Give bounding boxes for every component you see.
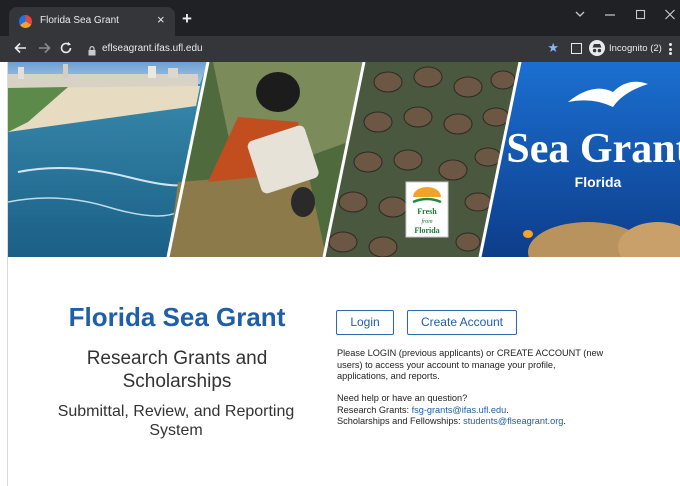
lock-icon[interactable]	[88, 43, 96, 61]
kebab-menu-icon[interactable]	[669, 43, 672, 57]
login-instructions: Please LOGIN (previous applicants) or CR…	[337, 348, 607, 389]
new-tab-button[interactable]: +	[182, 10, 192, 27]
close-tab-icon[interactable]: ×	[157, 13, 165, 27]
reload-icon[interactable]	[58, 40, 76, 58]
forward-arrow-icon[interactable]	[36, 40, 54, 58]
bookmark-star-icon[interactable]: ★	[547, 41, 559, 55]
create-account-button[interactable]: Create Account	[407, 310, 517, 335]
badge-from-text: from	[421, 218, 433, 225]
badge-florida-text: Florida	[414, 226, 439, 235]
research-email-link[interactable]: fsg-grants@ifas.ufl.edu	[412, 405, 507, 415]
close-window-button[interactable]	[665, 8, 675, 20]
research-suffix: .	[506, 404, 509, 415]
browser-tab-strip: Florida Sea Grant × +	[0, 0, 680, 36]
help-question: Need help or have an question?	[337, 393, 468, 403]
tab-search-chevron-icon[interactable]	[575, 8, 585, 20]
browser-toolbar: eflseagrant.ifas.ufl.edu ★ Incognito (2)	[0, 36, 680, 62]
scholar-prefix: Scholarships and Fellowships:	[337, 416, 464, 426]
url-text: eflseagrant.ifas.ufl.edu	[102, 43, 203, 54]
back-arrow-icon[interactable]	[13, 40, 31, 58]
site-favicon-icon	[19, 15, 32, 28]
sea-grant-logo-text: Sea Grant	[506, 126, 680, 172]
instructions-text: Please LOGIN (previous applicants) or CR…	[337, 348, 604, 381]
page-subtitle-system: Submittal, Review, and Reporting System	[57, 403, 295, 439]
login-button[interactable]: Login	[336, 310, 394, 335]
help-contact-section: Need help or have an question? Research …	[337, 393, 627, 428]
side-panel-icon[interactable]	[571, 43, 582, 54]
minimize-button[interactable]	[605, 8, 615, 20]
profile-label: Incognito (2)	[609, 43, 662, 54]
header-banner: Fresh from Florida Sea Grant Florida	[8, 62, 680, 257]
sea-grant-florida-text: Florida	[575, 174, 622, 190]
tab-title: Florida Sea Grant	[40, 15, 119, 26]
incognito-icon	[589, 40, 605, 56]
page-subtitle: Research Grants and Scholarships	[86, 348, 268, 392]
badge-fresh-text: Fresh	[417, 207, 437, 216]
scholarship-email-link[interactable]: students@flseagrant.org	[463, 416, 563, 426]
page-title: Florida Sea Grant	[68, 302, 286, 332]
scholarship-contact: Scholarships and Fellowships: students@f…	[337, 416, 627, 428]
research-prefix: Research Grants:	[337, 404, 412, 415]
research-contact: Research Grants: fsg-grants@ifas.ufl.edu…	[337, 405, 627, 417]
maximize-button[interactable]	[636, 8, 646, 20]
browser-tab[interactable]: Florida Sea Grant ×	[9, 7, 175, 36]
address-bar[interactable]: eflseagrant.ifas.ufl.edu ★	[80, 39, 563, 59]
page-content: Fresh from Florida Sea Grant Florida Flo…	[0, 62, 680, 486]
scholar-suffix: .	[563, 416, 566, 426]
